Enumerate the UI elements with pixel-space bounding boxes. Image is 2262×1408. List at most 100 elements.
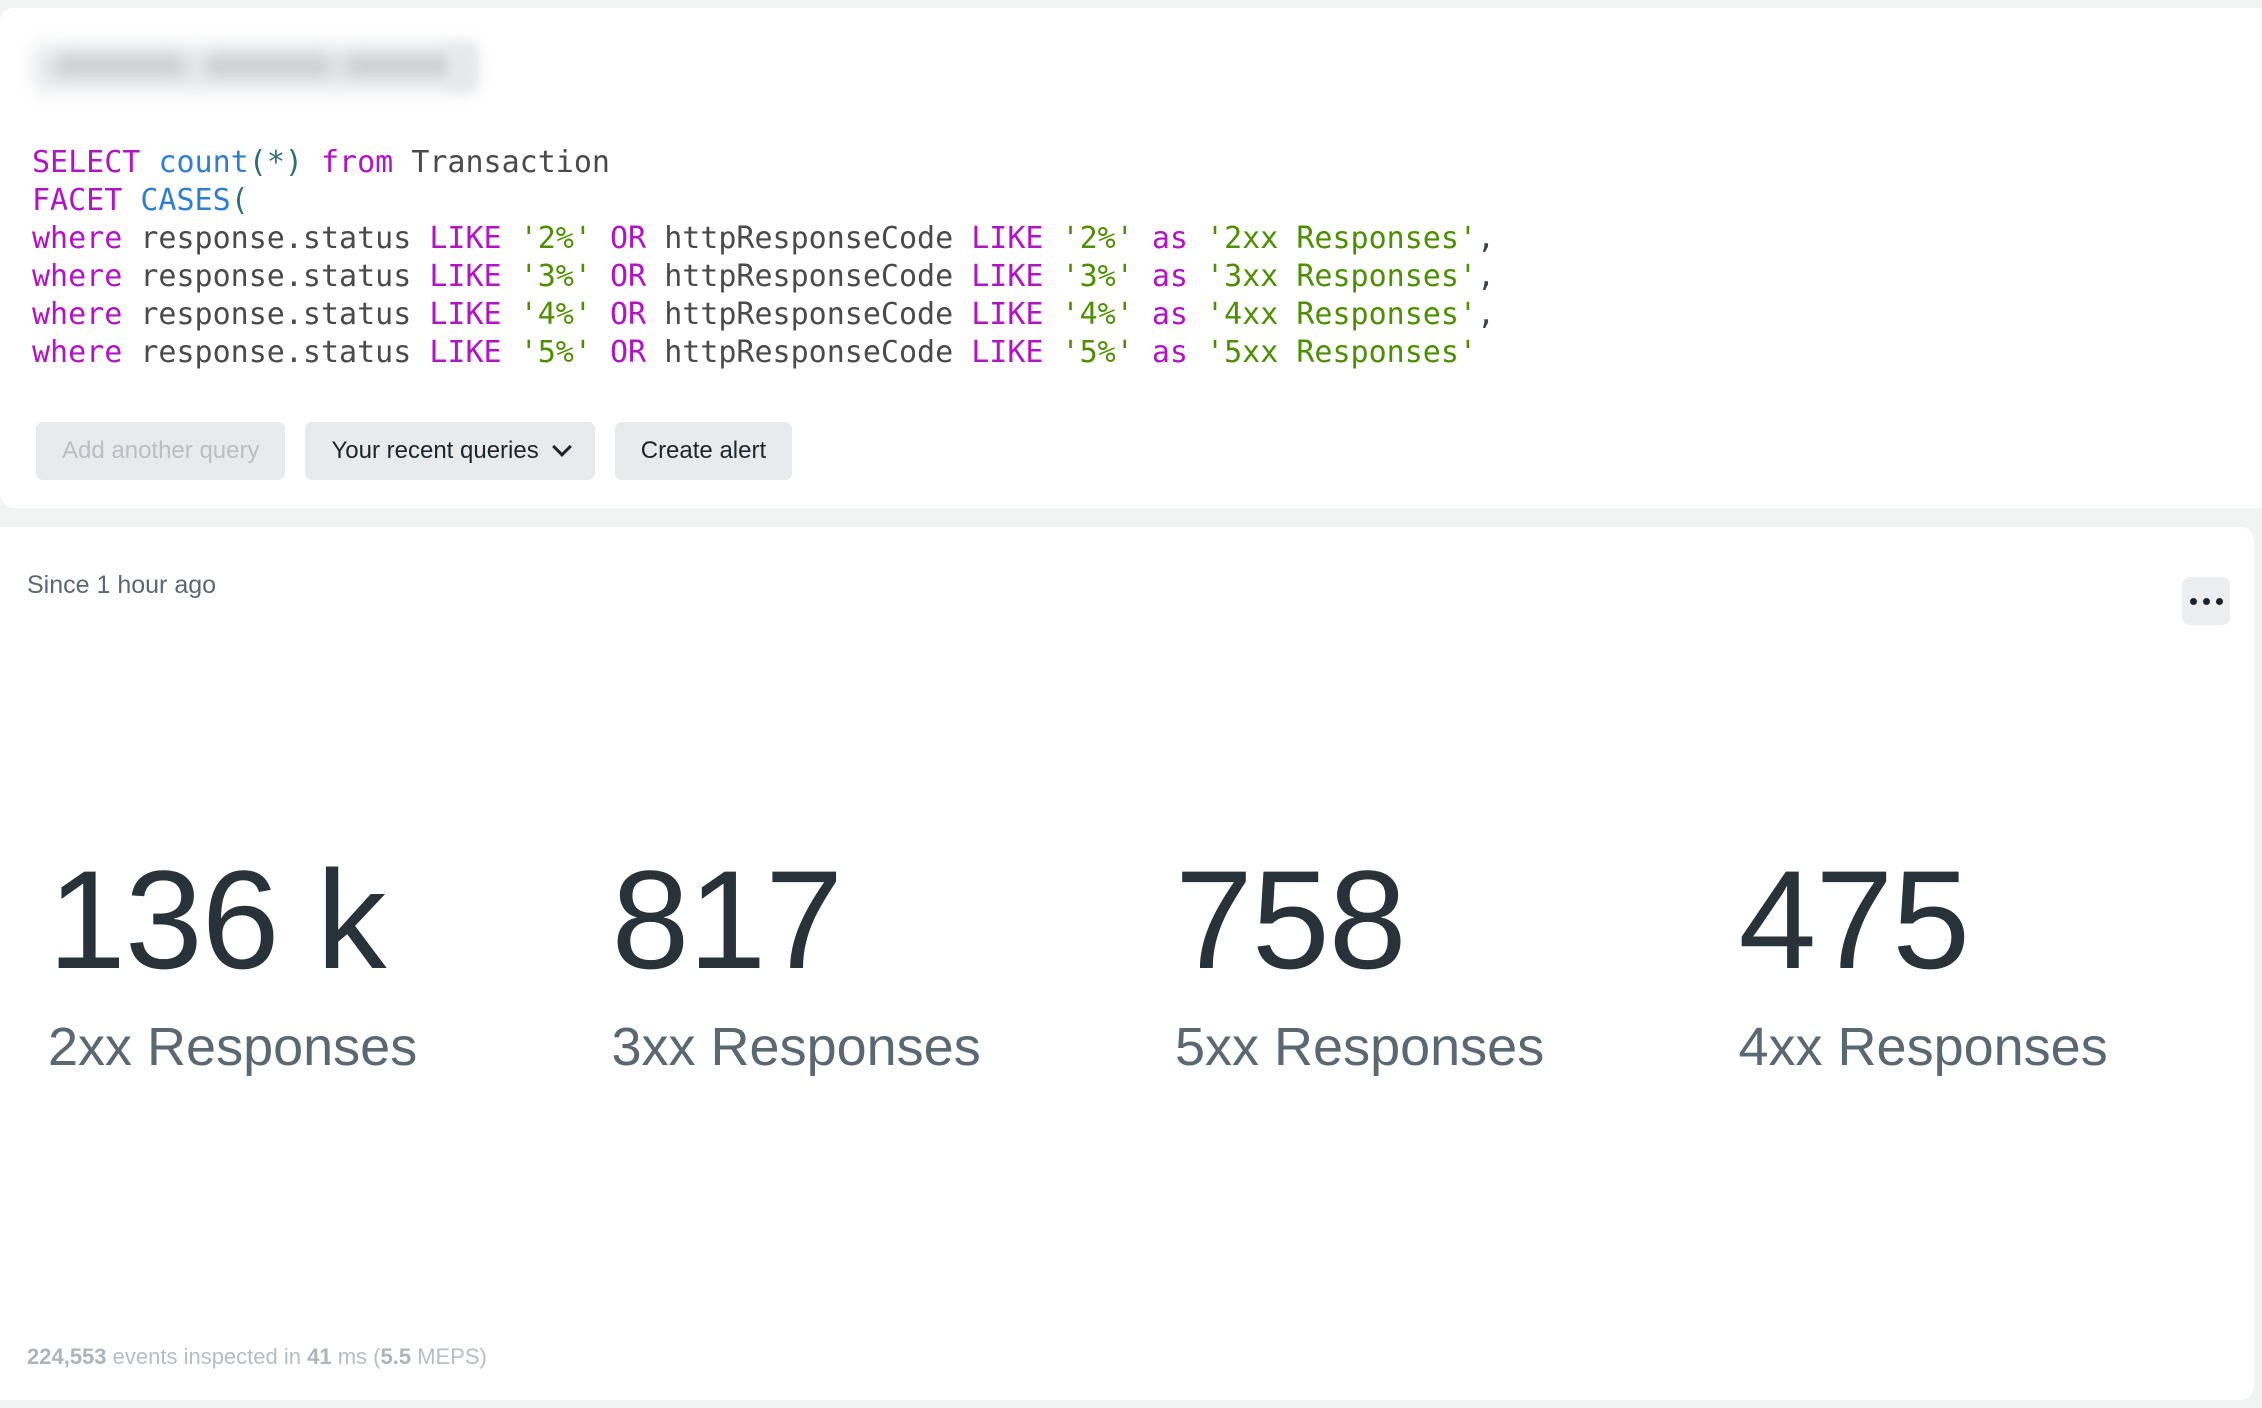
nrql-token: OR <box>610 259 647 294</box>
nrql-line: where response.status LIKE '3%' OR httpR… <box>32 258 1495 296</box>
nrql-token: response.status <box>140 297 412 332</box>
nrql-token: response.status <box>140 259 412 294</box>
nrql-token: ( <box>230 183 249 218</box>
nrql-token: , <box>1476 297 1496 332</box>
nrql-token: Transaction <box>411 145 610 180</box>
nrql-token <box>411 297 429 332</box>
nrql-token: httpResponseCode <box>664 259 954 294</box>
nrql-token: count <box>158 145 249 180</box>
nrql-token: httpResponseCode <box>664 297 954 332</box>
recent-queries-label: Your recent queries <box>331 437 539 464</box>
nrql-token: httpResponseCode <box>664 221 954 256</box>
nrql-token: from <box>321 145 394 180</box>
add-another-query-button[interactable]: Add another query <box>36 422 286 480</box>
billboard-tile[interactable]: 758 5xx Responses <box>1127 849 1691 1078</box>
billboard-group: 136 k 2xx Responses 817 3xx Responses 758 5xx… <box>0 527 2254 1400</box>
nrql-token <box>646 335 664 370</box>
create-alert-button[interactable]: Create alert <box>614 422 793 480</box>
billboard-tile[interactable]: 817 3xx Responses <box>564 840 1128 1078</box>
nrql-token: where <box>32 297 123 332</box>
billboard-label: 3xx Responses <box>611 1016 981 1077</box>
nrql-token <box>646 221 664 256</box>
nrql-token <box>1188 259 1206 294</box>
nrql-token: as <box>1151 259 1188 294</box>
nrql-token <box>122 183 140 218</box>
nrql-token: CASES <box>140 183 231 218</box>
nrql-line: SELECT count(*) from Transaction <box>32 144 1495 182</box>
query-rate: 5.5 <box>380 1344 412 1369</box>
nrql-token: LIKE <box>971 297 1044 332</box>
nrql-line: where response.status LIKE '2%' OR httpR… <box>32 220 1495 258</box>
nrql-token: '3%' <box>1061 259 1134 294</box>
nrql-token <box>953 335 971 370</box>
nrql-token: '5%' <box>1061 335 1134 370</box>
billboard-value: 475 <box>1738 840 1971 998</box>
nrql-token: '5%' <box>519 335 592 370</box>
nrql-token <box>592 259 610 294</box>
redacted-segment <box>346 54 454 76</box>
nrql-token: where <box>32 259 123 294</box>
nrql-token <box>1134 297 1152 332</box>
query-toolbar: Add another query Your recent queries Cr… <box>36 422 793 480</box>
nrql-line: where response.status LIKE '4%' OR httpR… <box>32 296 1495 334</box>
nrql-token <box>1043 335 1061 370</box>
recent-queries-button[interactable]: Your recent queries <box>305 422 595 480</box>
nrql-token <box>646 259 664 294</box>
nrql-token: as <box>1151 221 1188 256</box>
nrql-token: where <box>32 335 123 370</box>
billboard-label: 2xx Responses <box>48 1016 418 1077</box>
nrql-query-input[interactable]: SELECT count(*) from Transaction FACET CA… <box>32 144 1495 372</box>
nrql-token <box>411 259 429 294</box>
nrql-token <box>1043 221 1061 256</box>
chevron-down-icon <box>551 437 572 457</box>
nrql-token: * <box>266 145 285 180</box>
nrql-token: , <box>1476 259 1496 294</box>
redacted-segment <box>206 54 330 76</box>
nrql-token <box>502 221 520 256</box>
billboard-value: 136 k <box>48 840 386 998</box>
nrql-token: '5xx Responses' <box>1206 335 1477 370</box>
nrql-token: OR <box>610 297 647 332</box>
account-selector-chevron-icon[interactable] <box>448 43 476 91</box>
nrql-token <box>1188 221 1206 256</box>
nrql-token <box>122 335 140 370</box>
nrql-token: LIKE <box>429 297 502 332</box>
nrql-token <box>122 259 140 294</box>
nrql-token: LIKE <box>429 335 502 370</box>
nrql-token: '3xx Responses' <box>1206 259 1477 294</box>
nrql-token: '2%' <box>519 221 592 256</box>
query-editor-card: SELECT count(*) from Transaction FACET CA… <box>0 8 2262 508</box>
billboard-tile[interactable]: 136 k 2xx Responses <box>0 840 564 1078</box>
nrql-token <box>411 335 429 370</box>
nrql-token: '4xx Responses' <box>1206 297 1477 332</box>
nrql-token <box>592 297 610 332</box>
nrql-token: OR <box>610 221 647 256</box>
billboard-tile[interactable]: 475 4xx Responses <box>1691 840 2255 1078</box>
nrql-token: , <box>1476 221 1496 256</box>
events-inspected-count: 224,553 <box>27 1344 107 1369</box>
nrql-token: httpResponseCode <box>664 335 954 370</box>
nrql-token <box>122 297 140 332</box>
nrql-token <box>502 297 520 332</box>
nrql-token: '4%' <box>519 297 592 332</box>
nrql-token: LIKE <box>971 335 1044 370</box>
nrql-query-builder-page: SELECT count(*) from Transaction FACET CA… <box>0 0 2262 1408</box>
billboard-value: 817 <box>611 840 844 998</box>
nrql-token <box>953 297 971 332</box>
nrql-token <box>953 221 971 256</box>
nrql-token <box>1134 221 1152 256</box>
nrql-token: '2xx Responses' <box>1206 221 1477 256</box>
nrql-token: OR <box>610 335 647 370</box>
nrql-token: LIKE <box>429 221 502 256</box>
redacted-segment <box>56 54 184 76</box>
nrql-token: '4%' <box>1061 297 1134 332</box>
events-inspected-text: events inspected in <box>106 1344 308 1369</box>
account-selector-redacted[interactable] <box>34 41 476 93</box>
nrql-token: LIKE <box>971 221 1044 256</box>
nrql-token <box>1043 259 1061 294</box>
nrql-token <box>502 259 520 294</box>
nrql-token <box>411 221 429 256</box>
nrql-token: as <box>1151 335 1188 370</box>
nrql-token: response.status <box>140 221 412 256</box>
nrql-token: LIKE <box>429 259 502 294</box>
